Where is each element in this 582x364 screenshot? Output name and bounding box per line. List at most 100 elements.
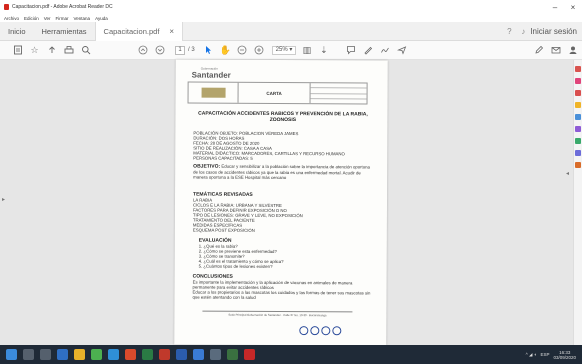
account-icon[interactable]	[565, 43, 580, 58]
conclusion-item: Educar a los propietarios a las mascotas…	[192, 289, 371, 300]
right-tools-pane	[573, 60, 582, 345]
info-block: POBLACIÓN OBJETO: POBLACION VEREDA JAMES…	[193, 131, 373, 162]
title-bar: Capacitacion.pdf - Adobe Acrobat Reader …	[0, 0, 582, 14]
language-indicator[interactable]: ESP	[540, 352, 549, 357]
acrobat-window: Capacitacion.pdf - Adobe Acrobat Reader …	[0, 0, 582, 364]
tab-tools[interactable]: Herramientas	[34, 22, 95, 41]
document-header-table: CARTA	[187, 81, 368, 105]
clock-date: 03/09/2020	[553, 354, 576, 360]
menu-view[interactable]: Ver	[44, 16, 51, 21]
right-panel-toggle-icon[interactable]: ◂	[566, 170, 569, 177]
store-icon[interactable]	[108, 349, 119, 360]
fill-sign-icon[interactable]	[377, 43, 392, 58]
send-signature-icon[interactable]	[394, 43, 409, 58]
edit-pdf-tool-icon[interactable]	[575, 78, 581, 84]
window-title: Capacitacion.pdf - Adobe Acrobat Reader …	[12, 4, 113, 10]
tab-home[interactable]: Inicio	[0, 22, 34, 41]
document-viewer[interactable]: ▸ ◂ Gobernación Santander CARTA CAPACITA…	[0, 59, 582, 346]
coat-of-arms-logo	[188, 82, 239, 103]
tab-bar: Inicio Herramientas Capacitacion.pdf × ?…	[0, 21, 582, 41]
document-footer: Sede Principal Gobernación de Santander …	[202, 310, 353, 318]
menu-help[interactable]: Ayuda	[95, 16, 108, 21]
close-tab-icon[interactable]: ×	[169, 27, 174, 36]
start-button-icon[interactable]	[6, 349, 17, 360]
clock[interactable]: 16:33 03/09/2020	[553, 350, 576, 360]
sign-in-button[interactable]: Iniciar sesión	[530, 27, 582, 36]
acrobat-app-icon	[4, 4, 9, 10]
evaluation-block: EVALUACIÓN 1. ¿Qué es la rabia? 2. ¿Cómo…	[198, 238, 374, 270]
topic-item: ESQUEMA POST EXPOSICIÓN	[192, 227, 255, 233]
email-icon[interactable]	[548, 43, 563, 58]
next-page-icon[interactable]	[152, 43, 167, 58]
windows-taskbar: ^ ◢ ◖ ESP 16:33 03/09/2020	[0, 345, 582, 364]
comment-tool-icon[interactable]	[575, 102, 581, 108]
search-icon[interactable]	[78, 43, 93, 58]
previous-page-icon[interactable]	[135, 43, 150, 58]
header-label: CARTA	[238, 82, 311, 104]
calculator-icon[interactable]	[210, 349, 221, 360]
more-tools-icon[interactable]	[575, 162, 581, 168]
santander-logo: Gobernación Santander	[192, 67, 231, 80]
organize-pages-tool-icon[interactable]	[575, 126, 581, 132]
edit-pdf-icon[interactable]	[531, 43, 546, 58]
fill-sign-tool-icon[interactable]	[575, 138, 581, 144]
combine-files-tool-icon[interactable]	[575, 114, 581, 120]
left-panel-toggle-icon[interactable]: ▸	[2, 196, 5, 203]
share-icon[interactable]	[44, 43, 59, 58]
objective-text: Educar y sensibilizar a la población sob…	[193, 163, 370, 181]
create-pdf-icon[interactable]	[10, 43, 25, 58]
zoom-level-select[interactable]: 25% ▾	[271, 45, 297, 55]
comment-icon[interactable]	[343, 43, 358, 58]
zoom-out-icon[interactable]	[235, 43, 250, 58]
minimize-button[interactable]: –	[546, 3, 564, 12]
acrobat-taskbar-icon[interactable]	[244, 349, 255, 360]
evaluation-item: 5. ¿Cuántos tipos de lesiones existen?	[198, 263, 273, 269]
protect-tool-icon[interactable]	[575, 150, 581, 156]
help-icon[interactable]: ?	[502, 27, 516, 36]
hand-tool-icon[interactable]: ✋	[218, 43, 233, 58]
pdf-page: Gobernación Santander CARTA CAPACITACIÓN…	[174, 59, 388, 346]
system-tray-icons[interactable]: ^ ◢ ◖	[526, 352, 537, 358]
menu-edit[interactable]: Edición	[24, 16, 39, 21]
logo-text: Santander	[191, 70, 231, 80]
toolbar: ☆ 1 / 3 ✋ 25% ▾ ▥ ⇣	[0, 41, 582, 60]
export-pdf-tool-icon[interactable]	[575, 66, 581, 72]
file-explorer-icon[interactable]	[74, 349, 85, 360]
media-app-icon[interactable]	[159, 349, 170, 360]
page-display-icon[interactable]: ▥	[299, 43, 314, 58]
photos-icon[interactable]	[227, 349, 238, 360]
print-icon[interactable]	[61, 43, 76, 58]
create-pdf-tool-icon[interactable]	[575, 90, 581, 96]
document-title: CAPACITACIÓN ACCIDENTES RABICOS Y PREVEN…	[198, 110, 368, 124]
page-number-input[interactable]: 1	[175, 45, 185, 55]
highlight-pen-icon[interactable]	[360, 43, 375, 58]
word-icon[interactable]	[176, 349, 187, 360]
menu-window[interactable]: Ventana	[74, 16, 91, 21]
excel-icon[interactable]	[142, 349, 153, 360]
close-window-button[interactable]: ×	[564, 3, 582, 12]
tab-document[interactable]: Capacitacion.pdf ×	[94, 21, 184, 41]
certification-seals	[299, 323, 354, 338]
taskbar-search-icon[interactable]	[23, 349, 34, 360]
notifications-icon[interactable]: ♪	[516, 27, 530, 36]
topics-block: TEMÁTICAS REVISADAS LA RABIA CICLOS E LA…	[192, 192, 368, 234]
chrome-browser-icon[interactable]	[91, 349, 102, 360]
zoom-in-icon[interactable]	[252, 43, 267, 58]
conclusions-block: CONCLUSIONES Es importante la implementa…	[192, 274, 372, 301]
mail-icon[interactable]	[193, 349, 204, 360]
page-total: / 3	[188, 47, 195, 53]
edge-browser-icon[interactable]	[57, 349, 68, 360]
scroll-mode-icon[interactable]: ⇣	[316, 43, 331, 58]
menu-file[interactable]: Archivo	[4, 16, 19, 21]
select-cursor-icon[interactable]	[201, 43, 216, 58]
page-navigator: 1 / 3	[175, 45, 195, 55]
tab-document-label: Capacitacion.pdf	[103, 26, 160, 36]
header-meta-cells	[310, 83, 367, 103]
powerpoint-icon[interactable]	[125, 349, 136, 360]
zoom-level-value: 25%	[275, 46, 288, 53]
task-view-icon[interactable]	[40, 349, 51, 360]
objective-block: OBJETIVO: Educar y sensibilizar a la pob…	[193, 164, 373, 181]
menu-sign[interactable]: Firmar	[56, 16, 69, 21]
bookmark-star-icon[interactable]: ☆	[27, 43, 42, 58]
info-line: PERSONAS CAPACITADAS: 5	[193, 155, 253, 161]
